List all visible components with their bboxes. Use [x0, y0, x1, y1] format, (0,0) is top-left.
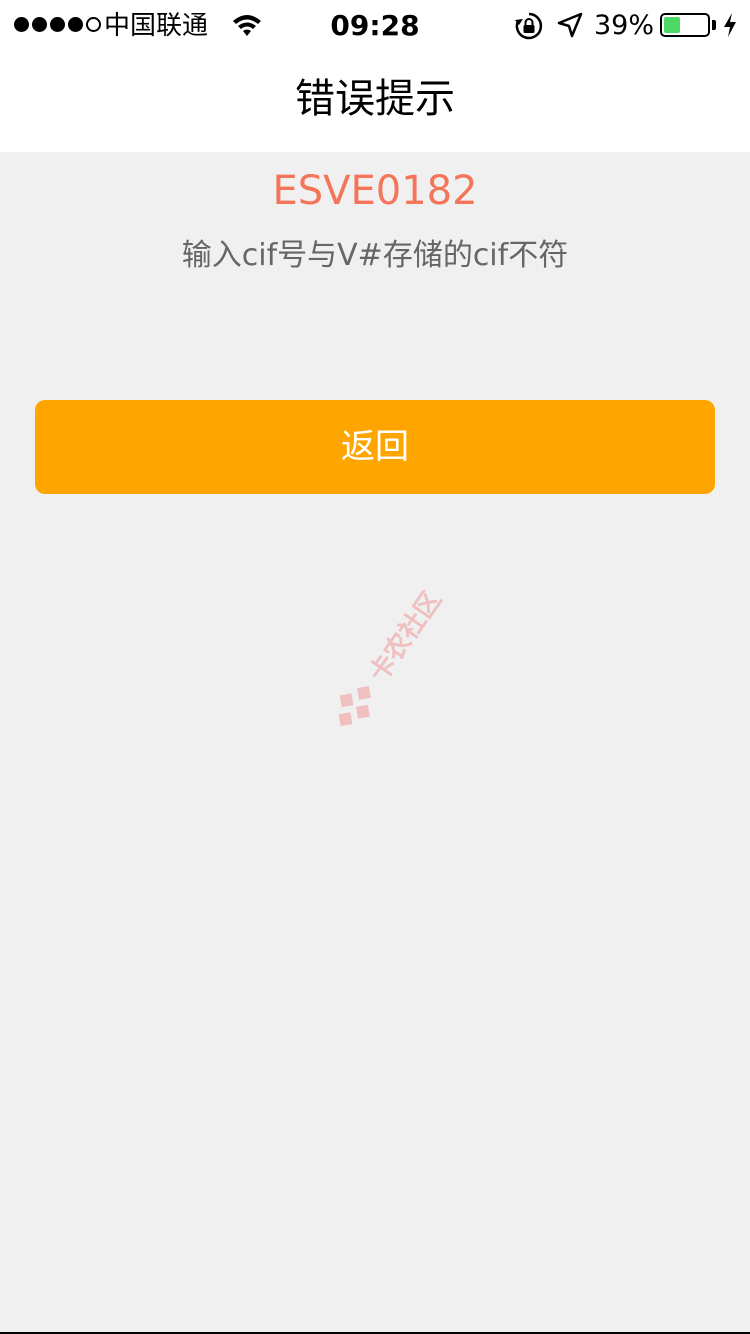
error-message: 输入cif号与V#存储的cif不符 [181, 238, 569, 273]
battery-icon [660, 13, 710, 37]
status-bar: 中国联通 09:28 39% [0, 0, 750, 52]
battery-level-fill [664, 17, 681, 33]
error-code: ESVE0182 [272, 168, 478, 214]
watermark-text: 卡农社区 [363, 590, 448, 688]
rotation-lock-icon [515, 12, 543, 40]
back-button[interactable]: 返回 [35, 400, 715, 494]
top-bar: 中国联通 09:28 39% 错误提示 [0, 0, 750, 152]
location-arrow-icon [557, 12, 583, 38]
battery-percentage: 39% [594, 10, 655, 41]
charging-bolt-icon [724, 13, 736, 37]
battery-tip [712, 20, 716, 30]
page-title: 错误提示 [295, 76, 455, 122]
watermark-logo: 卡农社区 [338, 590, 448, 727]
